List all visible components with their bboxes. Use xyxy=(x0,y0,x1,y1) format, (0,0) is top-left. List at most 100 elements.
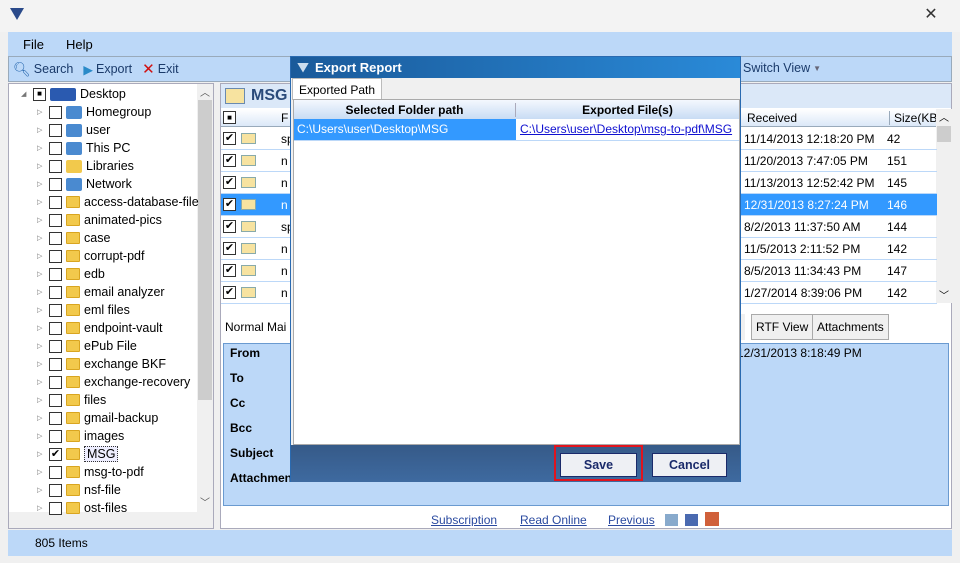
export-row[interactable]: C:\Users\user\Desktop\MSG C:\Users\user\… xyxy=(294,119,739,141)
cancel-button[interactable]: Cancel xyxy=(652,453,727,477)
expand-arrow-icon[interactable]: ▷ xyxy=(37,216,45,224)
tree-checkbox[interactable] xyxy=(49,321,62,335)
tab-exported-path[interactable]: Exported Path xyxy=(292,78,383,100)
tree-item[interactable]: ▷ ✔ MSG xyxy=(37,445,119,463)
tree-checkbox[interactable] xyxy=(49,501,62,515)
twitter-icon[interactable] xyxy=(665,514,678,526)
tree-item[interactable]: ▷ case xyxy=(37,229,110,247)
exported-column-header[interactable]: Exported File(s) xyxy=(516,103,739,117)
from-column-header[interactable]: F xyxy=(281,111,288,125)
tree-item[interactable]: ◢ ■ Desktop xyxy=(21,85,126,103)
tree-checkbox[interactable] xyxy=(49,267,62,281)
tree-item[interactable]: ▷ edb xyxy=(37,265,105,283)
tree-checkbox[interactable]: ■ xyxy=(33,87,46,101)
tree-item[interactable]: ▷ animated-pics xyxy=(37,211,162,229)
expand-arrow-icon[interactable]: ▷ xyxy=(37,198,45,206)
row-checkbox[interactable]: ✔ xyxy=(223,220,236,233)
collapse-arrow-icon[interactable]: ◢ xyxy=(21,90,29,98)
tab-normal-mail[interactable]: Normal Mai xyxy=(221,314,291,340)
tree-item[interactable]: ▷ exchange-recovery xyxy=(37,373,190,391)
menu-file[interactable]: File xyxy=(23,37,44,52)
tree-item[interactable]: ▷ corrupt-pdf xyxy=(37,247,144,265)
tree-checkbox[interactable] xyxy=(49,195,62,209)
expand-arrow-icon[interactable]: ▷ xyxy=(37,288,45,296)
tree-item[interactable]: ▷ ost-files xyxy=(37,499,127,517)
tree-item[interactable]: ▷ endpoint-vault xyxy=(37,319,163,337)
switch-view-dropdown[interactable]: Switch View ▼ xyxy=(743,61,821,75)
expand-arrow-icon[interactable]: ▷ xyxy=(37,180,45,188)
size-column-header[interactable]: Size(KB) xyxy=(889,111,941,125)
tree-checkbox[interactable] xyxy=(49,285,62,299)
subscription-link[interactable]: Subscription xyxy=(431,513,497,526)
tree-checkbox[interactable] xyxy=(49,393,62,407)
expand-arrow-icon[interactable]: ▷ xyxy=(37,270,45,278)
expand-arrow-icon[interactable]: ▷ xyxy=(37,144,45,152)
tree-item[interactable]: ▷ exchange BKF xyxy=(37,355,166,373)
tree-item[interactable]: ▷ gmail-backup xyxy=(37,409,158,427)
select-all-checkbox[interactable]: ■ xyxy=(223,111,236,124)
save-button[interactable]: Save xyxy=(560,453,637,477)
tree-checkbox[interactable] xyxy=(49,429,62,443)
expand-arrow-icon[interactable]: ▷ xyxy=(37,234,45,242)
tab-rtf-view[interactable]: RTF View xyxy=(751,314,814,340)
grid-scrollbar[interactable]: ︿ ﹀ xyxy=(936,109,952,303)
expand-arrow-icon[interactable]: ▷ xyxy=(37,306,45,314)
expand-arrow-icon[interactable]: ▷ xyxy=(37,396,45,404)
tree-scrollbar[interactable]: ︿ ﹀ xyxy=(197,84,213,528)
tree-checkbox[interactable] xyxy=(49,105,62,119)
tree-item[interactable]: ▷ user xyxy=(37,121,110,139)
row-checkbox[interactable]: ✔ xyxy=(223,264,236,277)
tree-checkbox[interactable] xyxy=(49,339,62,353)
tree-checkbox[interactable] xyxy=(49,213,62,227)
tree-checkbox[interactable] xyxy=(49,249,62,263)
tree-checkbox[interactable] xyxy=(49,483,62,497)
tree-item[interactable]: ▷ Network xyxy=(37,175,132,193)
tree-checkbox[interactable] xyxy=(49,303,62,317)
tree-checkbox[interactable] xyxy=(49,123,62,137)
expand-arrow-icon[interactable]: ▷ xyxy=(37,450,45,458)
previous-link[interactable]: Previous xyxy=(608,513,655,526)
google-plus-icon[interactable] xyxy=(705,512,719,526)
expand-arrow-icon[interactable]: ▷ xyxy=(37,378,45,386)
expand-arrow-icon[interactable]: ▷ xyxy=(37,252,45,260)
tree-item[interactable]: ▷ access-database-file xyxy=(37,193,199,211)
tree-checkbox[interactable] xyxy=(49,141,62,155)
tree-item[interactable]: ▷ nsf-file xyxy=(37,481,121,499)
tree-item[interactable]: ▷ This PC xyxy=(37,139,130,157)
received-column-header[interactable]: Received xyxy=(747,111,797,125)
menu-help[interactable]: Help xyxy=(66,37,93,52)
expand-arrow-icon[interactable]: ▷ xyxy=(37,162,45,170)
tree-item[interactable]: ▷ Libraries xyxy=(37,157,134,175)
close-icon[interactable]: ✕ xyxy=(920,4,942,24)
tree-checkbox[interactable] xyxy=(49,375,62,389)
read-online-link[interactable]: Read Online xyxy=(520,513,587,526)
row-checkbox[interactable]: ✔ xyxy=(223,198,236,211)
exported-file-link[interactable]: C:\Users\user\Desktop\msg-to-pdf\MSG xyxy=(520,122,732,136)
expand-arrow-icon[interactable]: ▷ xyxy=(37,342,45,350)
folder-column-header[interactable]: Selected Folder path xyxy=(294,103,516,117)
expand-arrow-icon[interactable]: ▷ xyxy=(37,108,45,116)
expand-arrow-icon[interactable]: ▷ xyxy=(37,486,45,494)
row-checkbox[interactable]: ✔ xyxy=(223,154,236,167)
tree-checkbox[interactable] xyxy=(49,177,62,191)
expand-arrow-icon[interactable]: ▷ xyxy=(37,324,45,332)
expand-arrow-icon[interactable]: ▷ xyxy=(37,414,45,422)
row-checkbox[interactable]: ✔ xyxy=(223,286,236,299)
tree-item[interactable]: ▷ msg-to-pdf xyxy=(37,463,144,481)
expand-arrow-icon[interactable]: ▷ xyxy=(37,504,45,512)
row-checkbox[interactable]: ✔ xyxy=(223,132,236,145)
tree-item[interactable]: ▷ email analyzer xyxy=(37,283,165,301)
export-button[interactable]: ▶ Export xyxy=(83,62,132,77)
expand-arrow-icon[interactable]: ▷ xyxy=(37,432,45,440)
tree-item[interactable]: ▷ images xyxy=(37,427,124,445)
tree-checkbox[interactable] xyxy=(49,159,62,173)
facebook-icon[interactable] xyxy=(685,514,698,526)
row-checkbox[interactable]: ✔ xyxy=(223,242,236,255)
expand-arrow-icon[interactable]: ▷ xyxy=(37,126,45,134)
exit-button[interactable]: ✕ Exit xyxy=(142,60,178,78)
row-checkbox[interactable]: ✔ xyxy=(223,176,236,189)
tree-checkbox[interactable] xyxy=(49,357,62,371)
tree-checkbox[interactable] xyxy=(49,411,62,425)
tab-attachments[interactable]: Attachments xyxy=(812,314,889,340)
expand-arrow-icon[interactable]: ▷ xyxy=(37,468,45,476)
